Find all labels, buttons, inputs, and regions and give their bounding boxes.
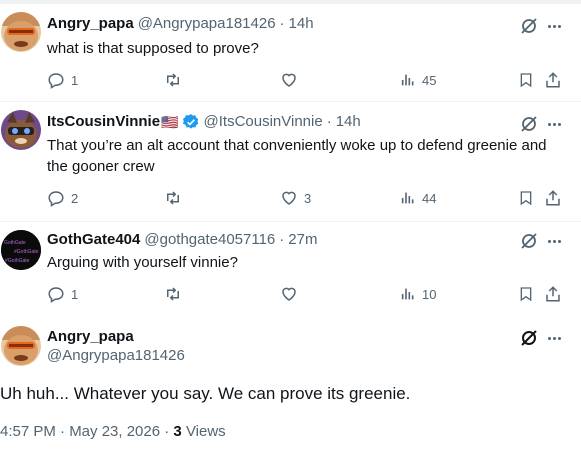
avatar[interactable] xyxy=(1,110,41,150)
reply-icon xyxy=(48,191,64,207)
separator: · xyxy=(279,15,285,32)
verified-badge-icon[interactable] xyxy=(182,113,200,131)
grok-icon[interactable] xyxy=(519,328,539,348)
reply-tweet[interactable]: Angry_papa @Angrypapa181426 · 14h what i… xyxy=(0,4,581,102)
timestamp[interactable]: 14h xyxy=(289,14,314,34)
reply-count: 2 xyxy=(71,190,79,206)
more-icon[interactable] xyxy=(544,16,564,36)
more-icon[interactable] xyxy=(544,328,564,348)
reply-count: 1 xyxy=(71,72,79,88)
reply-button[interactable]: 1 xyxy=(47,70,78,90)
avatar[interactable] xyxy=(1,326,41,366)
like-icon xyxy=(282,73,296,87)
views-icon xyxy=(401,192,414,204)
repost-icon xyxy=(167,191,179,205)
tweet-text: That you’re an alt account that convenie… xyxy=(47,137,547,175)
tweet-text: Arguing with yourself vinnie? xyxy=(47,254,238,271)
bookmark-icon xyxy=(520,287,532,302)
share-button[interactable] xyxy=(544,188,562,208)
timestamp[interactable]: 14h xyxy=(336,112,361,132)
timestamp[interactable]: 27m xyxy=(288,230,317,250)
repost-button[interactable] xyxy=(163,70,183,90)
more-icon[interactable] xyxy=(544,231,564,251)
share-icon xyxy=(546,286,560,302)
grok-icon[interactable] xyxy=(519,16,539,36)
views-button[interactable]: 10 xyxy=(400,284,436,304)
separator: · xyxy=(326,113,332,130)
share-icon xyxy=(546,190,560,206)
bookmark-icon xyxy=(520,191,532,206)
reply-icon xyxy=(48,73,64,89)
bookmark-button[interactable] xyxy=(518,284,534,304)
post-meta: 4:57 PM · May 23, 2026 · 3 Views xyxy=(0,422,226,442)
user-handle[interactable]: @Angrypapa181426 xyxy=(47,346,185,366)
like-button[interactable] xyxy=(280,284,298,304)
views-count: 3 xyxy=(173,423,182,440)
tweet-text: what is that supposed to prove? xyxy=(47,40,259,57)
user-handle[interactable]: @Angrypapa181426 xyxy=(138,14,276,34)
share-button[interactable] xyxy=(544,284,562,304)
reply-button[interactable]: 1 xyxy=(47,284,78,304)
views-count: 10 xyxy=(422,286,437,302)
user-name[interactable]: Angry_papa xyxy=(47,14,134,34)
repost-button[interactable] xyxy=(163,284,183,304)
views-count: 44 xyxy=(422,190,437,206)
views-label: Views xyxy=(185,423,226,440)
views-icon xyxy=(401,74,414,86)
user-handle[interactable]: @ItsCousinVinnie xyxy=(204,112,323,132)
avatar-text: #GothGate xyxy=(5,258,30,264)
user-handle[interactable]: @gothgate4057116 xyxy=(144,230,275,250)
reply-tweet[interactable]: GothGate #GothGate #GothGate GothGate404… xyxy=(0,222,581,318)
grok-icon[interactable] xyxy=(519,231,539,251)
grok-icon[interactable] xyxy=(519,114,539,134)
user-name[interactable]: Angry_papa xyxy=(47,327,134,347)
user-name[interactable]: GothGate404 xyxy=(47,230,140,250)
views-count: 45 xyxy=(422,72,437,88)
reply-button[interactable]: 2 xyxy=(47,188,78,208)
reply-tweet[interactable]: ItsCousinVinnie 🇺🇸 @ItsCousinVinnie · 14… xyxy=(0,102,581,222)
post-timestamp[interactable]: 4:57 PM · May 23, 2026 · xyxy=(0,423,169,440)
avatar-text: #GothGate xyxy=(14,249,39,255)
views-icon xyxy=(401,288,414,300)
share-icon xyxy=(546,72,560,88)
like-button[interactable] xyxy=(280,70,298,90)
like-button[interactable]: 3 xyxy=(280,188,311,208)
repost-icon xyxy=(167,287,179,301)
bookmark-icon xyxy=(520,73,532,88)
user-name[interactable]: ItsCousinVinnie xyxy=(47,112,160,132)
repost-button[interactable] xyxy=(163,188,183,208)
bookmark-button[interactable] xyxy=(518,70,534,90)
reply-icon xyxy=(48,287,64,303)
avatar[interactable] xyxy=(1,12,41,52)
more-icon[interactable] xyxy=(544,114,564,134)
separator: · xyxy=(279,231,285,248)
avatar-text: GothGate xyxy=(4,240,26,246)
avatar[interactable]: GothGate #GothGate #GothGate xyxy=(1,230,41,270)
share-button[interactable] xyxy=(544,70,562,90)
bookmark-button[interactable] xyxy=(518,188,534,208)
repost-icon xyxy=(167,73,179,87)
us-flag-emoji: 🇺🇸 xyxy=(161,114,179,130)
like-icon xyxy=(282,191,296,205)
views-button[interactable]: 45 xyxy=(400,70,436,90)
views-button[interactable]: 44 xyxy=(400,188,436,208)
like-count: 3 xyxy=(304,190,312,206)
like-icon xyxy=(282,287,296,301)
reply-count: 1 xyxy=(71,286,79,302)
post-text: Uh huh... Whatever you say. We can prove… xyxy=(0,384,411,403)
